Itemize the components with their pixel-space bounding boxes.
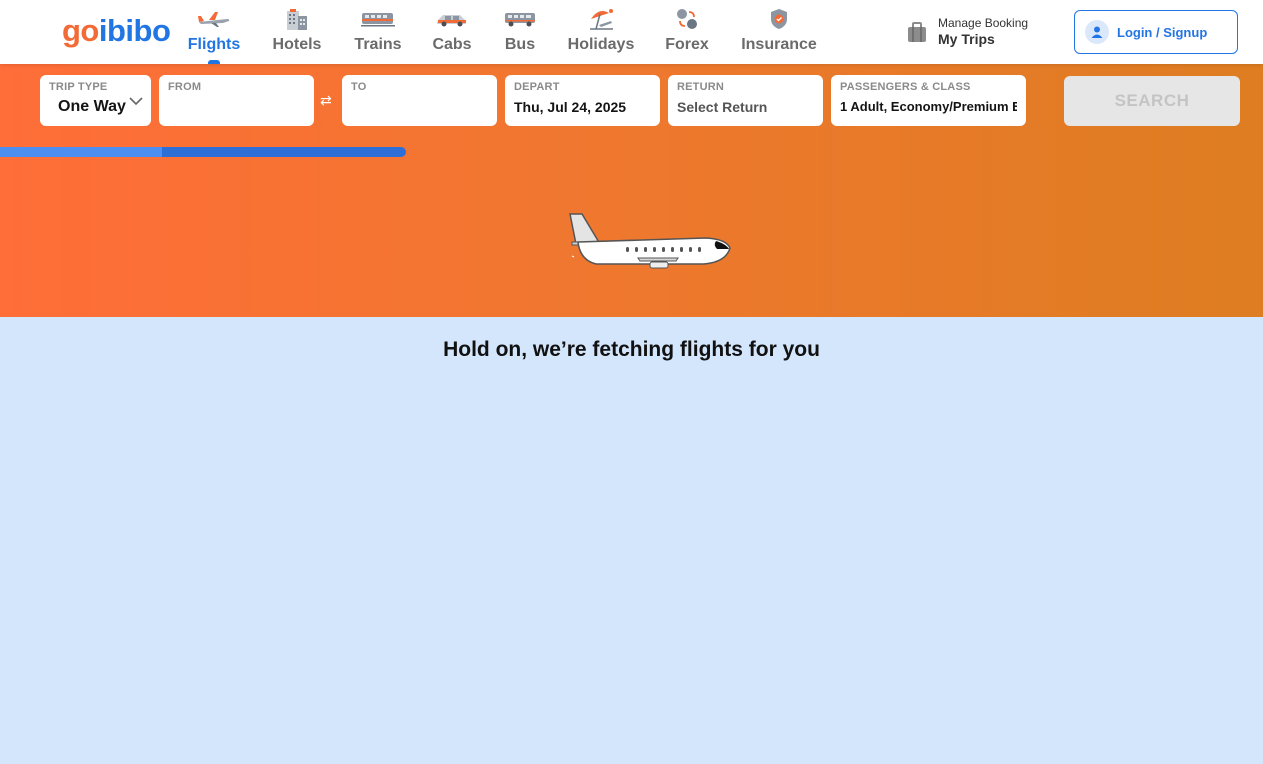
chevron-down-icon (129, 97, 143, 106)
my-trips-label: My Trips (938, 31, 995, 47)
train-icon (360, 6, 396, 32)
search-hero: TRIP TYPE One Way FROM ⇄ TO DEPART Thu, … (0, 64, 1263, 317)
nav-label: Hotels (272, 36, 322, 53)
nav-label: Trains (354, 36, 402, 53)
nav-cabs[interactable]: Cabs (430, 6, 474, 64)
nav-trains[interactable]: Trains (352, 6, 404, 64)
briefcase-icon (908, 22, 926, 42)
bus-icon (502, 6, 538, 32)
forex-icon (669, 6, 705, 32)
nav-label: Flights (187, 36, 241, 53)
depart-date-field[interactable]: DEPART Thu, Jul 24, 2025 (505, 75, 660, 126)
loading-progress-bar (0, 147, 406, 157)
passengers-label: PASSENGERS & CLASS (840, 81, 971, 93)
login-label: Login / Signup (1117, 24, 1208, 40)
nav-bus[interactable]: Bus (502, 6, 538, 64)
trip-type-label: TRIP TYPE (49, 81, 108, 93)
swap-arrows-icon[interactable]: ⇄ (320, 92, 332, 109)
passengers-class-field[interactable]: PASSENGERS & CLASS 1 Adult, Economy/Prem… (831, 75, 1026, 126)
active-tab-indicator (208, 60, 220, 64)
to-label: TO (351, 81, 367, 93)
nav-label: Insurance (741, 36, 817, 53)
return-value: Select Return (677, 99, 768, 115)
nav-insurance[interactable]: Insurance (738, 6, 820, 64)
holiday-icon (583, 6, 619, 32)
nav-forex[interactable]: Forex (664, 6, 710, 64)
nav-label: Forex (665, 36, 709, 53)
airplane-icon (569, 213, 731, 269)
nav-holidays[interactable]: Holidays (566, 6, 636, 64)
hotel-icon (279, 6, 315, 32)
goibibo-logo[interactable]: goibibo (62, 12, 171, 50)
cab-icon (434, 6, 470, 32)
manage-booking-label: Manage Booking (938, 16, 1029, 30)
from-label: FROM (168, 81, 202, 93)
flight-icon (196, 6, 232, 32)
passengers-value: 1 Adult, Economy/Premium Economy (840, 99, 1017, 114)
nav-label: Bus (504, 36, 536, 53)
depart-value: Thu, Jul 24, 2025 (514, 99, 627, 115)
trip-type-dropdown[interactable]: TRIP TYPE One Way (40, 75, 151, 126)
to-field[interactable]: TO (342, 75, 497, 126)
insurance-icon (761, 6, 797, 32)
nav-flights[interactable]: Flights (186, 6, 242, 64)
return-date-field[interactable]: RETURN Select Return (668, 75, 823, 126)
logo-text-ibibo: ibibo (98, 13, 171, 48)
depart-label: DEPART (514, 81, 560, 93)
top-header: goibibo Flights Hotels Trains Cabs Bus H… (0, 0, 1263, 64)
search-button[interactable]: SEARCH (1064, 76, 1240, 126)
loading-progress-fill (0, 147, 163, 157)
login-signup-button[interactable]: Login / Signup (1074, 10, 1238, 54)
search-label: SEARCH (1114, 91, 1190, 110)
return-label: RETURN (677, 81, 725, 93)
user-icon (1085, 20, 1109, 44)
logo-text-go: go (62, 13, 99, 48)
loading-message: Hold on, we’re fetching flights for you (443, 338, 820, 361)
from-field[interactable]: FROM (159, 75, 314, 126)
nav-hotels[interactable]: Hotels (270, 6, 324, 64)
nav-label: Holidays (567, 36, 635, 53)
manage-booking-link[interactable]: Manage Booking My Trips (904, 16, 1028, 48)
nav-label: Cabs (432, 36, 472, 53)
